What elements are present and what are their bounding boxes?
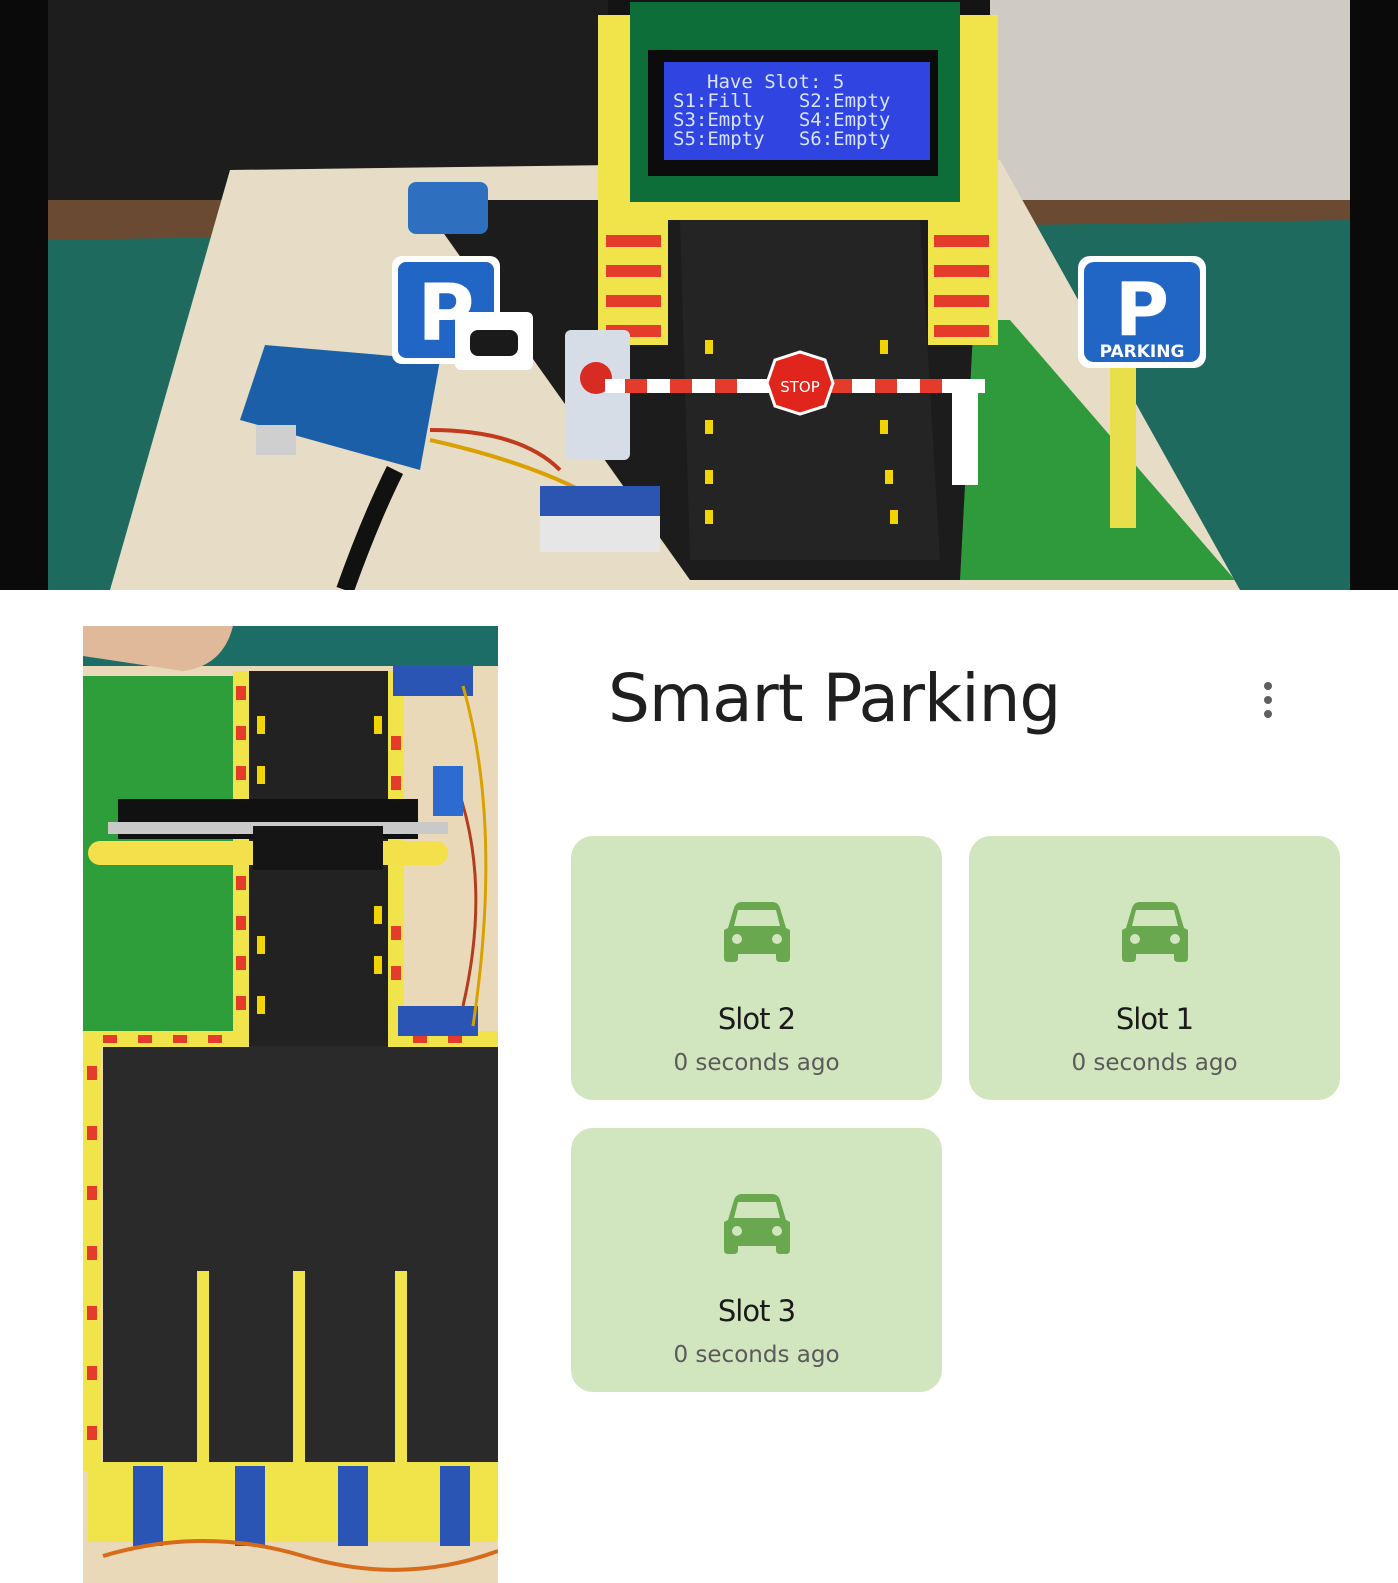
car-icon	[1121, 902, 1188, 962]
slot-timestamp: 0 seconds ago	[673, 1342, 840, 1368]
car-icon	[723, 902, 790, 962]
parking-top-view-illustration	[83, 626, 498, 1583]
slot-card-slot-1[interactable]: Slot 1 0 seconds ago	[969, 836, 1340, 1100]
stop-sign-text: STOP	[780, 378, 820, 396]
slot-name: Slot 3	[717, 1294, 796, 1328]
page-title: Smart Parking	[608, 660, 1061, 737]
parking-sign-letter-right: P	[1115, 267, 1169, 353]
car-icon	[723, 1194, 790, 1254]
parking-sign-word: PARKING	[1100, 342, 1185, 362]
lcd-line-4: S5:Empty S6:Empty	[673, 128, 890, 150]
parking-model-illustration: Have Slot: 5 S1:Fill S2:Empty S3:Empty S…	[0, 0, 1398, 590]
menu-dot	[1264, 710, 1272, 718]
parking-model-photo: Have Slot: 5 S1:Fill S2:Empty S3:Empty S…	[0, 0, 1398, 590]
slot-name: Slot 1	[1115, 1002, 1194, 1036]
slot-timestamp: 0 seconds ago	[1071, 1050, 1238, 1076]
parking-model-top-view-photo	[83, 626, 498, 1583]
menu-dot	[1264, 696, 1272, 704]
slot-card-slot-2[interactable]: Slot 2 0 seconds ago	[571, 836, 942, 1100]
menu-dot	[1264, 682, 1272, 690]
smart-parking-app: Smart Parking Slot 2 0 seconds ago Slot …	[548, 626, 1398, 1583]
slot-timestamp: 0 seconds ago	[673, 1050, 840, 1076]
slot-name: Slot 2	[717, 1002, 796, 1036]
slot-card-slot-3[interactable]: Slot 3 0 seconds ago	[571, 1128, 942, 1392]
more-vertical-icon[interactable]	[1254, 676, 1282, 724]
